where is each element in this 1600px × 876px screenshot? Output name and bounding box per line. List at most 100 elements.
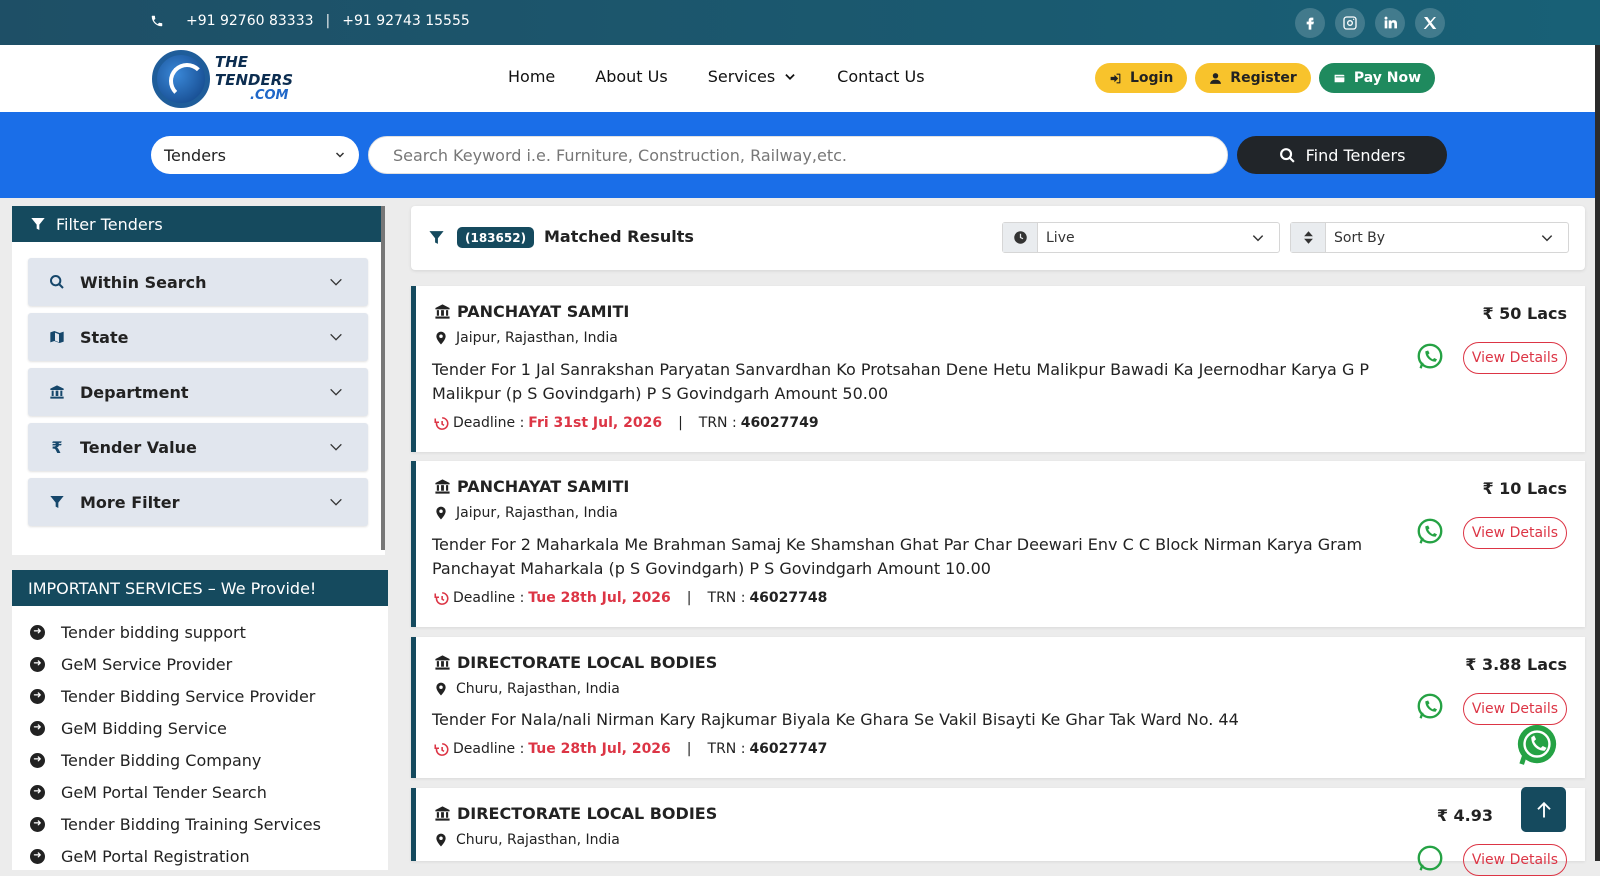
service-label: Tender Bidding Service Provider (61, 686, 316, 706)
filter-label: Within Search (80, 272, 207, 292)
chevron-down-icon (330, 333, 342, 341)
main-navbar: THE TENDERS .COM Home About Us Services … (0, 45, 1595, 112)
linkedin-icon[interactable] (1375, 8, 1405, 38)
whatsapp-icon[interactable] (1415, 692, 1445, 722)
sort-select[interactable]: Sort By (1290, 222, 1569, 253)
service-item[interactable]: ➜ GeM Bidding Service (30, 712, 388, 744)
phone-number-1[interactable]: +91 92760 83333 (186, 13, 314, 29)
deadline-value: Tue 28th Jul, 2026 (528, 741, 671, 757)
filter-more[interactable]: More Filter (28, 478, 368, 526)
chevron-down-icon (330, 278, 342, 286)
tender-value: ₹ 10 Lacs (1482, 479, 1567, 498)
service-item[interactable]: ➜ Tender Bidding Training Services (30, 808, 388, 840)
tender-card[interactable]: DIRECTORATE LOCAL BODIES Churu, Rajastha… (411, 788, 1585, 876)
filter-icon (31, 218, 45, 230)
x-icon[interactable] (1415, 8, 1445, 38)
phone-number-2[interactable]: +91 92743 15555 (342, 13, 470, 29)
chevron-down-icon (335, 152, 345, 158)
nav-menu: Home About Us Services Contact Us (508, 67, 925, 86)
matched-results-label: Matched Results (544, 227, 694, 246)
tender-location: Churu, Rajasthan, India (434, 832, 620, 848)
nav-item-services[interactable]: Services (708, 67, 797, 86)
filter-tender-value[interactable]: ₹ Tender Value (28, 423, 368, 471)
search-type-select[interactable]: Tenders (151, 136, 359, 174)
filter-within-search[interactable]: Within Search (28, 258, 368, 306)
bank-icon (435, 806, 450, 821)
view-details-button[interactable]: View Details (1463, 844, 1567, 876)
trn-label: TRN : (707, 741, 746, 757)
tender-location: Jaipur, Rajasthan, India (434, 505, 618, 521)
services-panel-header: IMPORTANT SERVICES – We Provide! (12, 570, 388, 606)
site-logo[interactable]: THE TENDERS .COM (152, 47, 302, 109)
tender-department: PANCHAYAT SAMITI (434, 477, 629, 496)
status-select[interactable]: Live (1002, 222, 1280, 253)
tender-location: Churu, Rajasthan, India (434, 681, 620, 697)
bank-icon (435, 304, 450, 319)
nav-item-contact[interactable]: Contact Us (837, 67, 924, 86)
tender-value: ₹ 4.93 (1436, 806, 1493, 825)
tender-department-name: DIRECTORATE LOCAL BODIES (457, 653, 718, 672)
service-item[interactable]: ➜ GeM Portal Registration (30, 840, 388, 872)
logo-emblem (152, 50, 210, 108)
chevron-down-icon (330, 443, 342, 451)
service-item[interactable]: ➜ GeM Portal Tender Search (30, 776, 388, 808)
tender-title[interactable]: Tender For 1 Jal Sanrakshan Paryatan San… (432, 358, 1392, 406)
filter-label: State (80, 327, 129, 347)
find-tenders-button[interactable]: Find Tenders (1237, 136, 1447, 174)
tender-card[interactable]: PANCHAYAT SAMITI Jaipur, Rajasthan, Indi… (411, 286, 1585, 452)
register-label: Register (1230, 70, 1297, 86)
filter-panel-header: Filter Tenders (12, 206, 385, 242)
filter-state[interactable]: State (28, 313, 368, 361)
tender-department: DIRECTORATE LOCAL BODIES (434, 804, 717, 823)
filter-department[interactable]: Department (28, 368, 368, 416)
tender-card[interactable]: PANCHAYAT SAMITI Jaipur, Rajasthan, Indi… (411, 461, 1585, 627)
service-item[interactable]: ➜ Tender bidding support (30, 616, 388, 648)
filter-label: More Filter (80, 492, 180, 512)
deadline-label: Deadline : (453, 741, 525, 757)
filter-panel: Filter Tenders Within Search State Depar… (12, 206, 385, 555)
filter-scrollbar[interactable] (381, 206, 385, 550)
view-details-button[interactable]: View Details (1463, 342, 1567, 374)
whatsapp-float-icon[interactable] (1514, 722, 1560, 768)
service-item[interactable]: ➜ Tender Bidding Company (30, 744, 388, 776)
map-pin-icon (436, 331, 446, 345)
login-button[interactable]: Login (1094, 63, 1188, 93)
whatsapp-icon[interactable] (1415, 517, 1445, 547)
chevron-down-icon (785, 73, 795, 80)
register-button[interactable]: Register (1195, 63, 1311, 93)
view-details-button[interactable]: View Details (1463, 517, 1567, 549)
tender-value: ₹ 50 Lacs (1482, 304, 1567, 323)
scroll-to-top-button[interactable] (1521, 787, 1566, 832)
nav-item-about[interactable]: About Us (595, 67, 667, 86)
search-input[interactable]: Search Keyword i.e. Furniture, Construct… (368, 136, 1228, 174)
service-item[interactable]: ➜ GeM Service Provider (30, 648, 388, 680)
service-item[interactable]: ➜ Tender Bidding Service Provider (30, 680, 388, 712)
results-count-badge: (183652) (457, 227, 535, 248)
search-placeholder: Search Keyword i.e. Furniture, Construct… (393, 145, 847, 165)
nav-item-home[interactable]: Home (508, 67, 555, 86)
whatsapp-icon[interactable] (1415, 844, 1445, 874)
whatsapp-icon[interactable] (1415, 342, 1445, 372)
service-label: Tender bidding support (61, 622, 246, 642)
instagram-icon[interactable] (1335, 8, 1365, 38)
service-label: GeM Portal Registration (61, 846, 250, 866)
tender-department-name: DIRECTORATE LOCAL BODIES (457, 804, 718, 823)
arrow-circle-icon: ➜ (30, 784, 45, 800)
service-label: GeM Service Provider (61, 654, 233, 674)
tender-department-name: PANCHAYAT SAMITI (457, 477, 630, 496)
service-label: Tender Bidding Training Services (61, 814, 321, 834)
history-icon (434, 742, 449, 756)
tender-value: ₹ 3.88 Lacs (1465, 655, 1567, 674)
view-details-button[interactable]: View Details (1463, 693, 1567, 725)
arrow-circle-icon: ➜ (30, 848, 45, 864)
facebook-icon[interactable] (1295, 8, 1325, 38)
find-tenders-label: Find Tenders (1305, 145, 1406, 165)
tender-card[interactable]: DIRECTORATE LOCAL BODIES Churu, Rajastha… (411, 637, 1585, 778)
pay-now-button[interactable]: Pay Now (1318, 63, 1435, 93)
tender-title[interactable]: Tender For Nala/nali Nirman Kary Rajkuma… (432, 708, 1392, 732)
service-label: Tender Bidding Company (61, 750, 262, 770)
tender-location-text: Jaipur, Rajasthan, India (456, 505, 618, 521)
tender-location-text: Churu, Rajasthan, India (456, 832, 620, 848)
sign-in-icon (1110, 73, 1121, 83)
tender-title[interactable]: Tender For 2 Maharkala Me Brahman Samaj … (432, 533, 1392, 581)
